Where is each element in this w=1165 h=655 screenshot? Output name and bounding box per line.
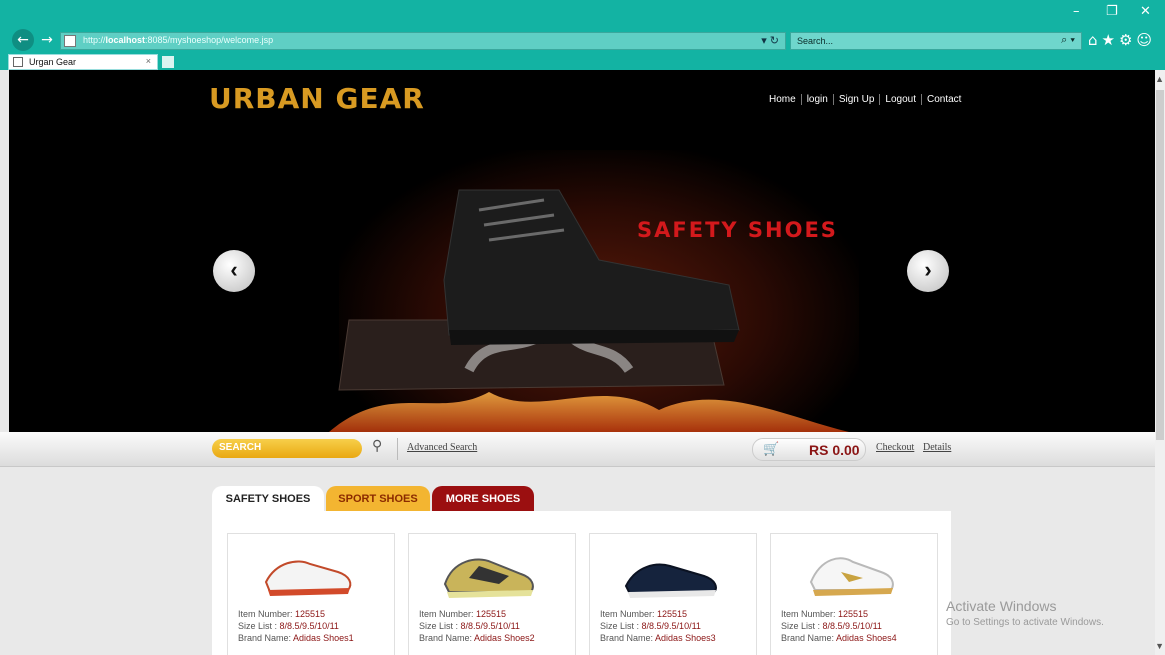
item-number: 125515 <box>838 609 869 619</box>
url-path: :8085/myshoeshop/welcome.jsp <box>145 35 274 45</box>
back-icon[interactable]: ← <box>12 29 34 51</box>
url-text: http://localhost:8085/myshoeshop/welcome… <box>83 35 273 45</box>
browser-tab[interactable]: Urgan Gear × <box>8 54 158 70</box>
size-list: 8/8.5/9.5/10/11 <box>279 621 339 631</box>
advanced-search-link[interactable]: Advanced Search <box>407 442 477 453</box>
item-number-label: Item Number: <box>238 609 293 619</box>
scrollbar[interactable]: ▲ ▼ <box>1155 70 1165 655</box>
nav-signup[interactable]: Sign Up <box>834 94 881 105</box>
restore-icon[interactable]: ❐ <box>1106 4 1118 19</box>
hero-shoe-image <box>329 189 849 432</box>
nav-home[interactable]: Home <box>764 94 802 105</box>
page-icon <box>64 35 76 47</box>
address-bar[interactable]: http://localhost:8085/myshoeshop/welcome… <box>60 32 786 50</box>
nav-contact[interactable]: Contact <box>922 94 966 105</box>
divider <box>397 438 398 460</box>
nav-login[interactable]: login <box>802 94 834 105</box>
cart-total: RS 0.00 <box>809 442 860 458</box>
minimize-icon[interactable]: – <box>1073 4 1080 19</box>
product-image-shoe3 <box>624 563 717 598</box>
product-info: Item Number: 125515 Size List : 8/8.5/9.… <box>238 608 354 644</box>
favicon-icon <box>13 57 23 67</box>
brand-name: Adidas Shoes4 <box>836 633 897 643</box>
size-list: 8/8.5/9.5/10/11 <box>822 621 882 631</box>
browser-chrome: – ❐ ✕ ← → http://localhost:8085/myshoesh… <box>0 0 1165 70</box>
product-card[interactable]: Item Number: 125515 Size List : 8/8.5/9.… <box>589 533 757 655</box>
brand-name-label: Brand Name: <box>238 633 292 643</box>
close-tab-icon[interactable]: × <box>146 56 151 66</box>
browser-search-box[interactable]: Search... ⌕ ▾ <box>790 32 1082 50</box>
brand-name-label: Brand Name: <box>781 633 835 643</box>
item-number: 125515 <box>657 609 688 619</box>
search-icon[interactable]: ⌕ ▾ <box>1061 34 1075 47</box>
scroll-thumb[interactable] <box>1156 90 1164 440</box>
activation-watermark: Activate Windows Go to Settings to activ… <box>946 598 1104 628</box>
close-window-icon[interactable]: ✕ <box>1140 4 1151 19</box>
product-card[interactable]: Item Number: 125515 Size List : 8/8.5/9.… <box>770 533 938 655</box>
checkout-link[interactable]: Checkout <box>876 442 914 453</box>
item-number: 125515 <box>295 609 326 619</box>
watermark-subtitle: Go to Settings to activate Windows. <box>946 617 1104 628</box>
nav-logout[interactable]: Logout <box>880 94 922 105</box>
cart-icon: 🛒 <box>763 442 780 457</box>
scroll-up-icon[interactable]: ▲ <box>1155 74 1164 84</box>
brand-name-label: Brand Name: <box>419 633 473 643</box>
refresh-icon[interactable]: ▾ ↻ <box>761 34 779 47</box>
search-input[interactable]: SEARCH <box>212 439 362 458</box>
item-number-label: Item Number: <box>600 609 655 619</box>
search-strip: SEARCH ⚲ Advanced Search 🛒 RS 0.00 Check… <box>0 432 1155 467</box>
cart-summary[interactable]: 🛒 RS 0.00 <box>752 438 866 461</box>
search-icon[interactable]: ⚲ <box>372 438 382 454</box>
size-list-label: Size List : <box>238 621 278 631</box>
product-image-shoe2 <box>443 558 534 598</box>
item-number-label: Item Number: <box>781 609 836 619</box>
url-host: localhost <box>105 35 146 45</box>
brand-name: Adidas Shoes1 <box>293 633 354 643</box>
tab-more-shoes[interactable]: MORE SHOES <box>432 486 534 512</box>
tab-title: Urgan Gear <box>29 57 77 67</box>
browser-search-placeholder: Search... <box>797 36 834 46</box>
forward-icon[interactable]: → <box>38 29 56 51</box>
product-card[interactable]: Item Number: 125515 Size List : 8/8.5/9.… <box>227 533 395 655</box>
new-tab-icon[interactable] <box>162 56 174 68</box>
tab-strip: Urgan Gear × <box>0 54 1165 70</box>
toolbar-icons[interactable]: ⌂★⚙☺ <box>1088 31 1156 49</box>
product-info: Item Number: 125515 Size List : 8/8.5/9.… <box>419 608 535 644</box>
brand-name: Adidas Shoes2 <box>474 633 535 643</box>
chevron-right-icon: › <box>924 257 932 282</box>
title-bar: – ❐ ✕ <box>0 0 1165 26</box>
size-list-label: Size List : <box>781 621 821 631</box>
size-list-label: Size List : <box>419 621 459 631</box>
site-logo[interactable]: URBAN GEAR <box>209 82 425 115</box>
tab-sport-shoes[interactable]: SPORT SHOES <box>326 486 430 512</box>
product-image-shoe4 <box>809 557 894 596</box>
slider-prev-button[interactable]: ‹ <box>213 250 255 292</box>
details-link[interactable]: Details <box>923 442 951 453</box>
size-list: 8/8.5/9.5/10/11 <box>460 621 520 631</box>
scroll-down-icon[interactable]: ▼ <box>1155 641 1164 651</box>
hero-banner: URBAN GEAR Home login Sign Up Logout Contact… <box>9 70 1155 432</box>
brand-name-label: Brand Name: <box>600 633 654 643</box>
item-number-label: Item Number: <box>419 609 474 619</box>
product-image-shoe1 <box>264 560 352 596</box>
slider-next-button[interactable]: › <box>907 250 949 292</box>
size-list-label: Size List : <box>600 621 640 631</box>
product-info: Item Number: 125515 Size List : 8/8.5/9.… <box>600 608 716 644</box>
size-list: 8/8.5/9.5/10/11 <box>641 621 701 631</box>
url-prefix: http:// <box>83 35 106 45</box>
slide-title: SAFETY SHOES <box>637 218 838 242</box>
product-info: Item Number: 125515 Size List : 8/8.5/9.… <box>781 608 897 644</box>
chevron-left-icon: ‹ <box>230 257 238 282</box>
item-number: 125515 <box>476 609 507 619</box>
tab-safety-shoes[interactable]: SAFETY SHOES <box>212 486 324 512</box>
address-row: ← → http://localhost:8085/myshoeshop/wel… <box>0 26 1165 54</box>
watermark-title: Activate Windows <box>946 598 1057 614</box>
top-nav: Home login Sign Up Logout Contact <box>764 94 966 105</box>
product-panel: Item Number: 125515 Size List : 8/8.5/9.… <box>212 511 951 655</box>
product-card[interactable]: Item Number: 125515 Size List : 8/8.5/9.… <box>408 533 576 655</box>
brand-name: Adidas Shoes3 <box>655 633 716 643</box>
